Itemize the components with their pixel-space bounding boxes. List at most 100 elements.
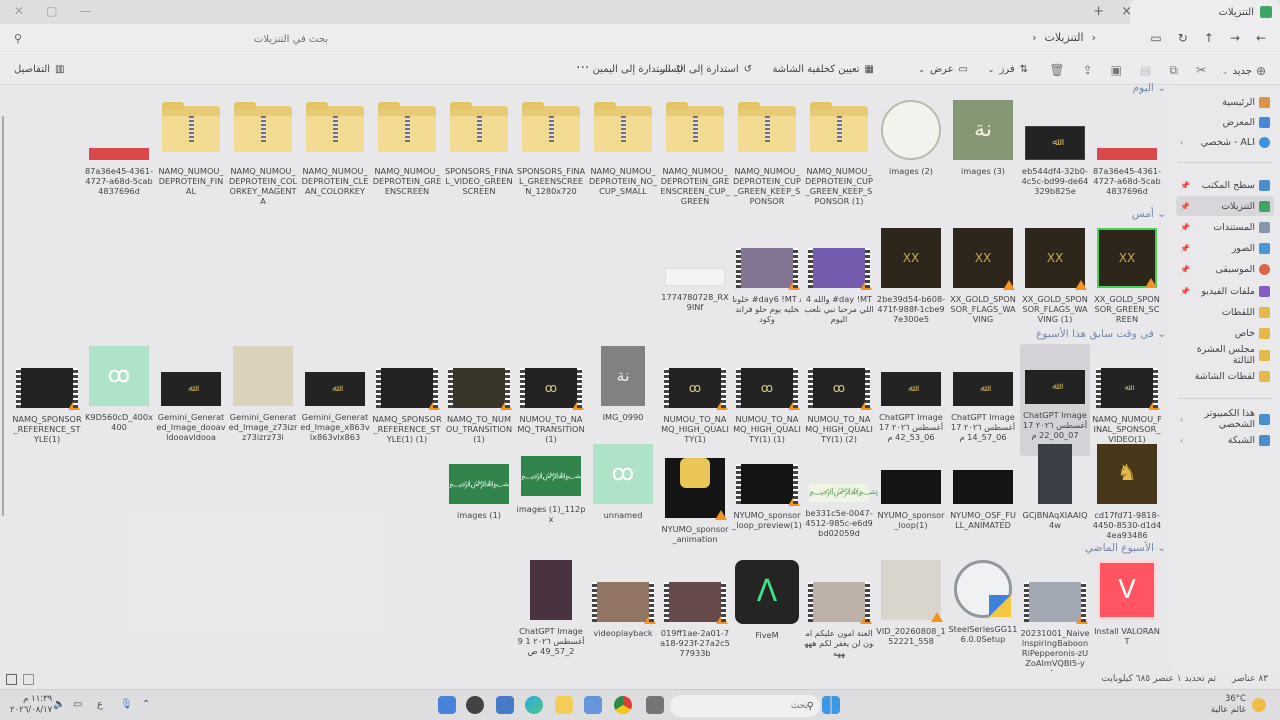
sidebar-item-downloads[interactable]: التنزيلات 📌 xyxy=(1176,196,1274,216)
sidebar-item-music[interactable]: الموسيقى 📌 xyxy=(1176,259,1274,279)
video-tile[interactable]: NAMQ_SPONSOR_REFERENCE_STYLE(1) xyxy=(12,346,82,458)
app-tile[interactable]: V Install VALORANT xyxy=(1092,560,1162,672)
zip-folder-tile[interactable]: NAMQ_NUMOU_DEPROTEIN_FINAL xyxy=(156,100,226,212)
clock[interactable]: ١١:٣٩ م ٢٠٢٦/٠٨/١٧ xyxy=(10,694,52,716)
sidebar-item-this-pc[interactable]: هذا الكمبيوتر الشخصي › xyxy=(1176,408,1274,430)
edge-app-icon[interactable] xyxy=(525,696,543,714)
zip-folder-tile[interactable]: SPONSORS_FINAL_VIDEO_GREENSCREEN xyxy=(444,100,514,212)
video-tile[interactable]: ﷲ NAMQ_NUMOU_FINAL_SPONSOR_VIDEO(1) xyxy=(1092,346,1162,458)
video-tile[interactable]: XX XX_GOLD_SPONSOR_GREEN_SCREEN xyxy=(1092,228,1162,340)
volume-icon[interactable]: 🔈 xyxy=(53,699,65,710)
sidebar-item-council[interactable]: مجلس العشرة الثالثة xyxy=(1176,344,1274,366)
delete-icon[interactable]: 🗑 xyxy=(1049,63,1064,78)
image-tile[interactable]: XX 2be39d54-b608-471f-988f-1cbe97e300e5 xyxy=(876,228,946,340)
close-tab-button[interactable]: × xyxy=(1121,4,1132,19)
image-tile[interactable]: ﷲ Gemini_Generated_Image_x863vlx863vlx863 xyxy=(300,346,370,458)
image-tile[interactable]: ﷽ be331c5e-0047-4512-985c-e6d9bd02059d xyxy=(804,444,878,556)
video-tile[interactable]: العنة امون عليكم امون لن يغفر لكم هههههه xyxy=(804,560,874,672)
video-tile[interactable]: خلونا #day6 !MT نخليه يوم حلو فراند وكود xyxy=(732,228,802,340)
image-tile[interactable]: ﷲ ChatGPT Image 17 أغسطس ٢٠٢٦ 06_53_42 م xyxy=(876,346,946,458)
video-tile[interactable]: VID_20260808_152221_558 xyxy=(876,560,946,672)
widget-app-icon[interactable] xyxy=(438,696,456,714)
file-tile[interactable]: images (2) xyxy=(876,100,946,212)
sidebar-item-videos[interactable]: ملفات الفيديو 📌 xyxy=(1176,281,1274,301)
zip-folder-tile[interactable]: NAMQ_NUMOU_DEPROTEIN_GREENSCREEN xyxy=(372,100,442,212)
microphone-icon[interactable]: 🎙 xyxy=(120,699,133,710)
language-icon[interactable]: ع xyxy=(97,699,103,710)
chevron-right-icon[interactable]: › xyxy=(1180,138,1183,147)
sidebar-item-onedrive[interactable]: ALI - شخصي › xyxy=(1176,132,1274,152)
sidebar-item-private[interactable]: خاص xyxy=(1176,323,1274,343)
cut-icon[interactable]: ✂ xyxy=(1196,63,1206,78)
video-tile[interactable]: NYUMO_sponsor_loop_preview(1) xyxy=(732,444,802,556)
video-tile[interactable]: ꝏ NUMOU_TO_NAMQ_HIGH_QUALITY(1) (1) xyxy=(732,346,802,458)
forward-icon[interactable]: → xyxy=(1230,31,1240,45)
details-view-icon[interactable] xyxy=(6,674,17,685)
group-header-yesterday[interactable]: ⌄ أمس xyxy=(1132,208,1166,220)
sort-button[interactable]: ⇅ فرز ⌄ xyxy=(988,64,1028,75)
video-tile[interactable]: ꝏ NUMOU_TO_NAMQ_HIGH_QUALITY(1) xyxy=(660,346,730,458)
media-app-icon[interactable] xyxy=(466,696,484,714)
app-tile[interactable]: Λ FiveM xyxy=(732,560,802,672)
file-tile[interactable]: ﻧﺔ images (3) xyxy=(948,100,1018,212)
video-tile[interactable]: ꝏ NUMOU_TO_NAMQ_TRANSITION(1) xyxy=(516,346,586,458)
image-tile[interactable]: ﷽ images (1) xyxy=(444,444,514,556)
video-tile[interactable]: XX XX_GOLD_SPONSOR_FLAGS_WAVING (1) xyxy=(1020,228,1090,340)
file-tile[interactable]: 87a36e45-4361-4727-a68d-5cab4837696d xyxy=(84,100,154,212)
sidebar-item-pictures[interactable]: الصور 📌 xyxy=(1176,238,1274,258)
image-tile[interactable]: 1774780728_RX9INf xyxy=(660,228,730,340)
chevron-right-icon[interactable]: › xyxy=(1180,415,1183,424)
group-header-last-week[interactable]: ⌄ الأسبوع الماضي xyxy=(1085,542,1166,554)
search-input[interactable]: بحث في التنزيلات ⚲ xyxy=(8,29,338,49)
store-app-icon[interactable] xyxy=(584,696,602,714)
tab-downloads[interactable]: التنزيلات xyxy=(1130,0,1280,24)
zip-folder-tile[interactable]: NAMQ_NUMOU_DEPROTEIN_COLORKEY_MAGENTA xyxy=(228,100,298,212)
file-tile[interactable]: 87a36e45-4361-4727-a68d-5cab4837696d xyxy=(1092,100,1162,212)
details-button[interactable]: التفاصيل ▥ xyxy=(14,64,64,75)
sidebar-item-documents[interactable]: المستندات 📌 xyxy=(1176,217,1274,237)
files-app-icon[interactable] xyxy=(555,696,573,714)
image-tile[interactable]: ﷲ ChatGPT Image 17 أغسطس ٢٠٢٦ 06_57_14 م xyxy=(948,346,1018,458)
image-tile[interactable]: ﷲ ChatGPT Image 17 أغسطس ٢٠٢٦ 07_00_22 م xyxy=(1020,344,1090,456)
sidebar-item-home[interactable]: الرئيسية xyxy=(1176,92,1274,112)
rotate-right-button[interactable]: ↻ استدارة إلى اليمين xyxy=(593,64,684,75)
taskbar-search[interactable]: ⚲ بحث xyxy=(670,695,820,717)
chrome-app-icon[interactable] xyxy=(614,696,632,714)
share-icon[interactable]: ⇪ xyxy=(1083,63,1093,78)
zip-folder-tile[interactable]: NAMQ_NUMOU_DEPROTEIN_CLEAN_COLORKEY xyxy=(300,100,370,212)
video-tile[interactable]: ꝏ NUMOU_TO_NAMQ_HIGH_QUALITY(1) (2) xyxy=(804,346,874,458)
video-tile[interactable]: NYUMO_sponsor_loop(1) xyxy=(876,444,946,556)
video-tile[interactable]: والله 4 #day !MT اللي مرحبا نبي نلعب الي… xyxy=(804,228,874,340)
image-tile[interactable]: GCjBNAqXIAAIQ4w xyxy=(1020,444,1090,556)
zip-folder-tile[interactable]: SPONSORS_FINAL_GREENSCREEN_1280x720 xyxy=(516,100,586,212)
image-tile[interactable]: ꝏ K9D560cD_400x400 xyxy=(84,346,154,458)
refresh-icon[interactable]: ↻ xyxy=(1178,31,1188,45)
sidebar-item-snapshots[interactable]: اللقطات xyxy=(1176,302,1274,322)
image-tile[interactable]: ﻧﺔ IMG_0990 xyxy=(588,346,658,458)
image-tile[interactable]: ꝏ unnamed xyxy=(588,444,658,556)
close-window-icon[interactable]: ✕ xyxy=(14,4,24,18)
breadcrumb-downloads[interactable]: التنزيلات xyxy=(1044,31,1083,44)
video-tile[interactable]: NYUMO_OSF_FULL_ANIMATED xyxy=(948,444,1018,556)
video-tile[interactable]: XX XX_GOLD_SPONSOR_FLAGS_WAVING xyxy=(948,228,1018,340)
zip-folder-tile[interactable]: NAMQ_NUMOU_DEPROTEIN_GREENSCREEN_CUP_GRE… xyxy=(660,100,730,212)
new-tab-button[interactable]: + xyxy=(1093,4,1104,19)
minimize-icon[interactable]: — xyxy=(79,4,91,18)
app-tile[interactable]: SteelSeriesGG116.0.0Setup xyxy=(948,560,1018,672)
chevron-up-icon[interactable]: ⌃ xyxy=(142,699,150,710)
rename-icon[interactable]: ▣ xyxy=(1111,63,1122,78)
group-header-earlier-this-week[interactable]: ⌄ في وقت سابق هذا الأسبوع xyxy=(1036,328,1166,340)
copy-icon[interactable]: ⧉ xyxy=(1169,63,1178,78)
tiles-view-icon[interactable] xyxy=(23,674,34,685)
display-icon[interactable]: ▭ xyxy=(73,699,82,710)
sidebar-item-desktop[interactable]: سطح المكتب 📌 xyxy=(1176,175,1274,195)
new-button[interactable]: ⊕ جديد ⌄ xyxy=(1222,64,1266,78)
video-tile[interactable]: 20231001_NaivelnspiringBaboonRiPepperoni… xyxy=(1020,560,1090,678)
image-tile[interactable]: ﷽ images (1)_112px xyxy=(516,444,586,556)
explorer-app-icon[interactable] xyxy=(646,696,664,714)
sidebar-item-gallery[interactable]: المعرض xyxy=(1176,112,1274,132)
video-tile[interactable]: videoplayback xyxy=(588,560,658,672)
back-icon[interactable]: ← xyxy=(1256,31,1266,45)
scrollbar-thumb[interactable] xyxy=(2,116,4,516)
chevron-right-icon[interactable]: › xyxy=(1180,436,1183,445)
